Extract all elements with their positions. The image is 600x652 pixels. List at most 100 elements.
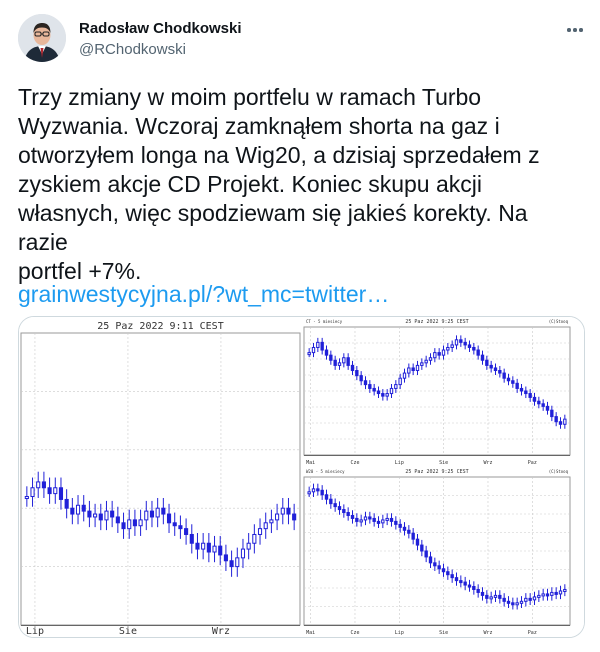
candle-body bbox=[115, 516, 120, 524]
author-avatar[interactable] bbox=[18, 14, 66, 62]
candle-body bbox=[511, 380, 515, 384]
candle-body bbox=[368, 516, 372, 520]
candle-body bbox=[437, 352, 441, 356]
candle-body bbox=[506, 377, 511, 382]
candle-body bbox=[537, 400, 541, 405]
candle-body bbox=[424, 359, 428, 364]
candle-body bbox=[189, 533, 194, 544]
candle-body bbox=[223, 554, 228, 562]
candle-body bbox=[424, 550, 428, 558]
candle-body bbox=[467, 344, 472, 348]
x-tick-label: Lip bbox=[395, 630, 404, 636]
candle-body bbox=[311, 346, 316, 354]
candle-body bbox=[446, 346, 450, 351]
candle-body bbox=[489, 364, 493, 369]
candle-body bbox=[385, 393, 389, 397]
candle-body bbox=[47, 487, 52, 495]
author-handle[interactable]: @RChodkowski bbox=[79, 40, 186, 60]
candle-body bbox=[459, 339, 463, 343]
candle-body bbox=[257, 528, 263, 535]
candle-body bbox=[252, 533, 257, 544]
profile-photo bbox=[18, 14, 66, 62]
candle-body bbox=[155, 507, 160, 518]
candle-body bbox=[110, 510, 115, 518]
candle-body bbox=[493, 367, 498, 372]
candle-body bbox=[307, 491, 311, 495]
chart-bottom-right: Mai Cze Lip Sie Wrz Paz 25 Paz 2022 9:25 CEST W… bbox=[302, 467, 584, 637]
x-tick-label: Cze bbox=[350, 630, 359, 636]
candle-body bbox=[132, 519, 137, 527]
author-name[interactable]: Radosław Chodkowski bbox=[79, 19, 242, 39]
candle-body bbox=[389, 517, 394, 522]
x-tick-label: Lip bbox=[395, 460, 404, 466]
candle-body bbox=[554, 591, 558, 595]
candle-body bbox=[212, 545, 217, 553]
candle-body bbox=[161, 507, 166, 515]
tweet-card: Radosław Chodkowski @RChodkowski Trzy zm… bbox=[0, 0, 600, 652]
candle-body bbox=[441, 568, 446, 573]
candle-body bbox=[428, 556, 433, 564]
candle-body bbox=[441, 349, 446, 356]
candle-body bbox=[459, 580, 463, 584]
candle-body bbox=[398, 377, 402, 386]
candle-body bbox=[346, 512, 350, 516]
candle-body bbox=[433, 352, 437, 359]
chart-title: 25 Paz 2022 9:25 CEST bbox=[405, 319, 468, 325]
candle-body bbox=[381, 519, 385, 524]
tweet-link[interactable]: grainwestycyjna.pl/?wt_mc=twitter… bbox=[18, 279, 389, 309]
candle-body bbox=[324, 494, 329, 500]
more-horizontal-icon[interactable] bbox=[560, 20, 590, 40]
x-axis bbox=[21, 625, 300, 626]
candle-body bbox=[104, 510, 109, 521]
candle-body bbox=[407, 367, 411, 374]
candle-body bbox=[121, 522, 126, 530]
candle-body bbox=[485, 359, 489, 366]
tweet-media[interactable]: Lip Sie Wrz 25 Paz 2022 9:11 CEST Mai Cze Lip… bbox=[18, 316, 585, 638]
candle-body bbox=[524, 597, 528, 602]
candle-body bbox=[218, 545, 223, 556]
candle-body bbox=[532, 396, 537, 402]
candle-body bbox=[454, 339, 459, 346]
candle-body bbox=[463, 581, 467, 586]
candle-body bbox=[398, 523, 402, 528]
candle-body bbox=[333, 503, 337, 508]
candle-body bbox=[30, 487, 35, 498]
candle-body bbox=[337, 362, 342, 366]
candle-body bbox=[320, 341, 324, 351]
candle-body bbox=[381, 393, 385, 397]
x-tick-label: Paz bbox=[528, 630, 537, 636]
candle-body bbox=[363, 516, 368, 521]
candle-body bbox=[235, 557, 240, 568]
candle-body bbox=[454, 577, 459, 582]
series-label: W20 - 5 miesiecy bbox=[306, 469, 345, 474]
candle-body bbox=[437, 565, 441, 570]
candle-body bbox=[420, 544, 424, 552]
candle-body bbox=[519, 600, 524, 604]
candle-body bbox=[450, 344, 454, 348]
candle-body bbox=[53, 487, 58, 495]
x-tick-label: Sie bbox=[439, 630, 448, 636]
candle-body bbox=[81, 504, 86, 512]
candle-body bbox=[368, 384, 372, 389]
candle-body bbox=[337, 506, 342, 511]
candle-body bbox=[286, 507, 291, 515]
x-tick-label: Sie bbox=[119, 626, 137, 637]
candle-body bbox=[342, 357, 346, 364]
candle-body bbox=[554, 416, 558, 423]
candle-body bbox=[472, 586, 476, 590]
candle-body bbox=[407, 529, 411, 534]
x-tick-label: Mai bbox=[306, 460, 315, 466]
x-tick-label: Paz bbox=[528, 460, 537, 466]
candle-body bbox=[537, 594, 541, 598]
candle-body bbox=[144, 510, 149, 521]
candle-body bbox=[184, 528, 189, 535]
candle-body bbox=[394, 520, 398, 525]
candle-body bbox=[372, 387, 376, 392]
candle-body bbox=[58, 487, 64, 500]
candle-body bbox=[36, 481, 41, 489]
candle-body bbox=[127, 519, 132, 530]
chart-main: Lip Sie Wrz 25 Paz 2022 9:11 CEST bbox=[19, 317, 302, 637]
candle-body bbox=[320, 489, 324, 496]
candle-body bbox=[70, 507, 75, 515]
candle-body bbox=[480, 354, 485, 361]
